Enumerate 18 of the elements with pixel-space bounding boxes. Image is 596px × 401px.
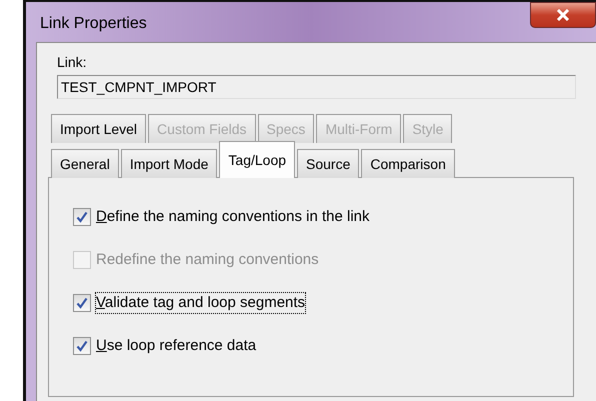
tab[interactable]: General	[51, 149, 119, 178]
checkbox-label: Redefine the naming conventions	[95, 250, 320, 270]
checkbox-label: Define the naming conventions in the link	[95, 207, 371, 227]
tab[interactable]: Comparison	[361, 149, 455, 178]
checkbox[interactable]	[73, 294, 91, 312]
checkbox-label: Use loop reference data	[95, 336, 258, 356]
window-title: Link Properties	[40, 14, 147, 34]
close-icon	[556, 9, 570, 21]
tab[interactable]: Tag/Loop	[219, 141, 296, 178]
checkbox[interactable]	[73, 208, 91, 226]
tab[interactable]: Source	[297, 149, 360, 178]
tab[interactable]: Import Level	[51, 114, 146, 143]
close-button[interactable]	[530, 2, 596, 28]
tab[interactable]: Import Mode	[120, 149, 218, 178]
checkbox-label: Validate tag and loop segments	[95, 292, 306, 314]
link-label: Link:	[57, 53, 88, 71]
link-field[interactable]: TEST_CMPNT_IMPORT	[57, 75, 576, 99]
checkbox[interactable]	[73, 337, 91, 355]
